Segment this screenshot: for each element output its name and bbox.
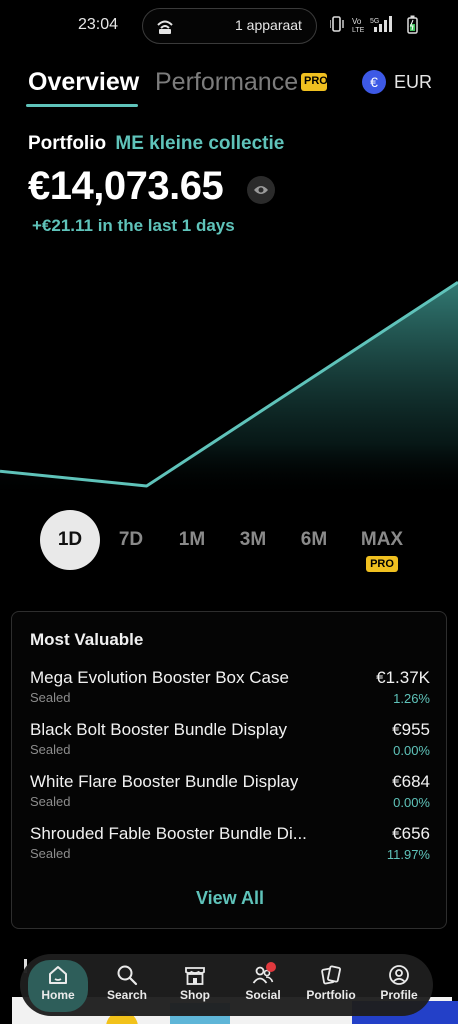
nav-home[interactable]: Home: [28, 960, 88, 1012]
list-item[interactable]: Mega Evolution Booster Box Case Sealed €…: [30, 668, 430, 712]
portfolio-value: €14,073.65: [28, 164, 224, 208]
view-all-link[interactable]: View All: [12, 888, 448, 909]
svg-text:LTE: LTE: [352, 27, 365, 34]
hotspot-icon: [157, 20, 173, 34]
list-item[interactable]: White Flare Booster Bundle Display Seale…: [30, 772, 430, 816]
most-valuable-title: Most Valuable: [30, 630, 144, 649]
tab-performance[interactable]: Performance: [155, 68, 298, 97]
hotspot-indicator[interactable]: 1 apparaat: [142, 8, 317, 44]
portfolio-header[interactable]: Portfolio ME kleine collectie: [28, 133, 284, 155]
item-change: 11.97%: [386, 847, 430, 862]
nav-profile-label: Profile: [380, 988, 418, 1002]
vibrate-icon: [330, 16, 344, 32]
range-1m[interactable]: 1M: [162, 510, 222, 570]
nav-shop[interactable]: Shop: [164, 960, 226, 1012]
item-name: White Flare Booster Bundle Display: [30, 772, 299, 791]
range-1d[interactable]: 1D: [40, 510, 100, 570]
cards-icon: [321, 965, 341, 985]
system-status-icons: Vo LTE 5G: [330, 15, 418, 34]
portfolio-chart[interactable]: [0, 258, 458, 498]
nav-portfolio-label: Portfolio: [306, 988, 356, 1002]
item-type: Sealed: [30, 742, 71, 757]
range-3m[interactable]: 3M: [223, 510, 283, 570]
nav-shop-label: Shop: [180, 988, 210, 1002]
profile-icon: [389, 965, 409, 985]
view-tabs: Overview Performance PRO € EUR: [0, 64, 458, 110]
nav-search-label: Search: [106, 988, 148, 1002]
item-price: €684: [392, 772, 430, 791]
item-name: Black Bolt Booster Bundle Display: [30, 720, 288, 739]
signal-icon: 5G: [370, 16, 392, 32]
svg-text:5G: 5G: [370, 18, 379, 25]
bottom-navigation: Home Search Shop Social Portfolio Profil…: [20, 954, 433, 1016]
range-6m[interactable]: 6M: [284, 510, 344, 570]
battery-icon: [407, 15, 418, 34]
status-time: 23:04: [78, 16, 119, 33]
search-icon: [117, 965, 138, 986]
portfolio-change: +€21.11 in the last 1 days: [32, 216, 235, 235]
toggle-visibility-button[interactable]: [247, 176, 275, 204]
nav-social[interactable]: Social: [232, 960, 294, 1012]
volte-icon: Vo: [352, 17, 362, 26]
active-tab-indicator: [26, 104, 138, 107]
portfolio-label: Portfolio: [28, 133, 107, 154]
status-bar: 23:04 1 apparaat Vo LTE 5G: [0, 0, 458, 52]
item-price: €955: [392, 720, 430, 739]
list-item[interactable]: Black Bolt Booster Bundle Display Sealed…: [30, 720, 430, 764]
list-item[interactable]: Shrouded Fable Booster Bundle Di... Seal…: [30, 824, 430, 868]
item-type: Sealed: [30, 846, 71, 861]
item-name: Shrouded Fable Booster Bundle Di...: [30, 824, 307, 843]
nav-profile[interactable]: Profile: [368, 960, 430, 1012]
item-type: Sealed: [30, 690, 71, 705]
item-price: €1.37K: [376, 668, 430, 687]
item-change: 0.00%: [393, 795, 430, 810]
item-change: 1.26%: [393, 691, 430, 706]
range-7d[interactable]: 7D: [101, 510, 161, 570]
item-name: Mega Evolution Booster Box Case: [30, 668, 289, 687]
chart-area: [0, 282, 458, 498]
notification-dot: [266, 962, 276, 972]
eye-icon: [254, 186, 268, 194]
currency-label: EUR: [394, 72, 433, 92]
most-valuable-card: Most Valuable Mega Evolution Booster Box…: [11, 611, 447, 929]
item-change: 0.00%: [393, 743, 430, 758]
max-pro-badge: PRO: [366, 556, 398, 572]
nav-social-label: Social: [245, 988, 281, 1002]
euro-icon: €: [362, 70, 386, 94]
nav-search[interactable]: Search: [96, 960, 158, 1012]
nav-home-label: Home: [41, 988, 75, 1002]
nav-portfolio[interactable]: Portfolio: [300, 960, 362, 1012]
performance-pro-badge: PRO: [301, 73, 327, 91]
tab-overview[interactable]: Overview: [28, 68, 139, 97]
item-price: €656: [392, 824, 430, 843]
time-range-selector: 1D 7D 1M 3M 6M MAX PRO: [0, 508, 458, 584]
shop-icon: [185, 967, 205, 985]
hotspot-label: 1 apparaat: [235, 17, 302, 33]
item-type: Sealed: [30, 794, 71, 809]
portfolio-name[interactable]: ME kleine collectie: [115, 133, 284, 154]
home-icon: [49, 966, 67, 984]
